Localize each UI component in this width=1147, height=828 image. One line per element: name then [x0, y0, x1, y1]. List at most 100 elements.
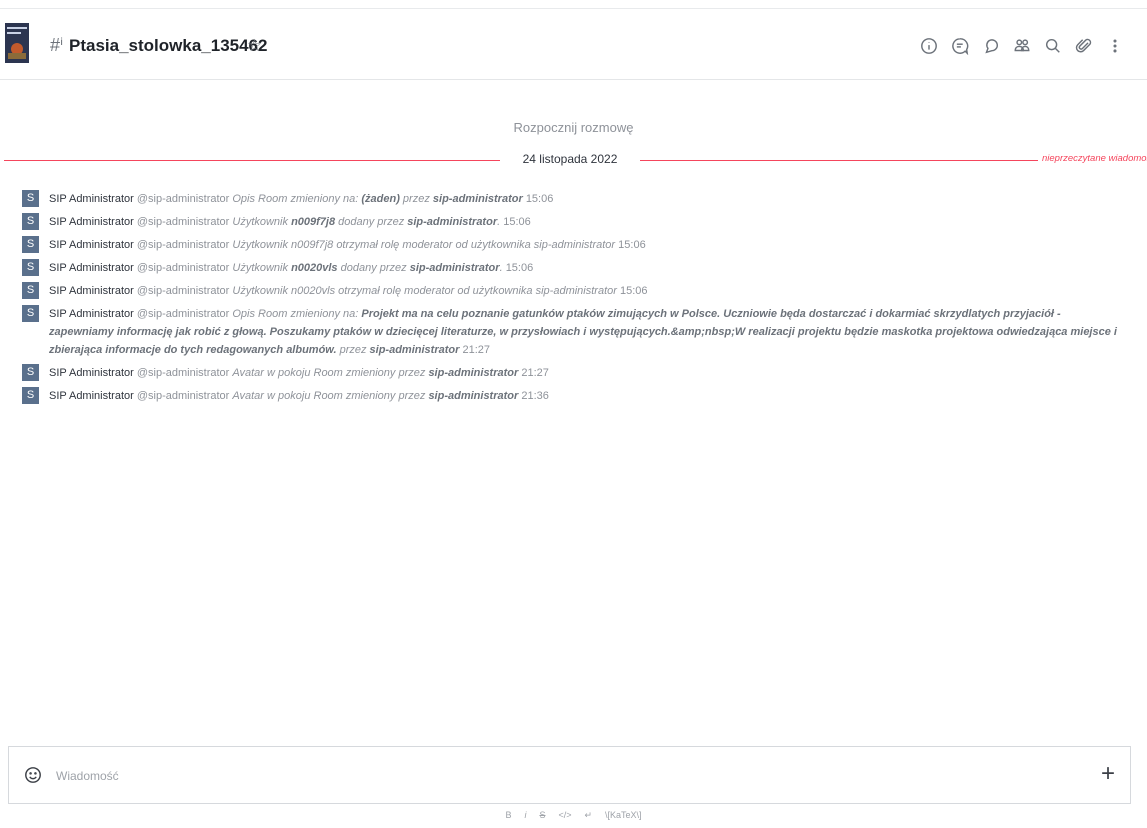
message-username[interactable]: SIP Administrator [49, 367, 134, 379]
message-row[interactable]: S SIP Administrator @sip-administrator Uż… [22, 213, 1117, 231]
message-row[interactable]: S SIP Administrator @sip-administrator Uż… [22, 236, 1117, 254]
message-text-bold: sip-administrator [432, 193, 523, 205]
message-body: SIP Administrator @sip-administrator Uży… [49, 259, 533, 277]
message-username[interactable]: SIP Administrator [49, 216, 134, 228]
message-username[interactable]: SIP Administrator [49, 390, 134, 402]
message-text-part: przez [336, 344, 370, 356]
message-row[interactable]: S SIP Administrator @sip-administrator Uż… [22, 259, 1117, 277]
room-toolbar [918, 35, 1125, 57]
attachment-icon[interactable] [1073, 35, 1094, 56]
favorite-star-icon[interactable]: ☆ [247, 36, 262, 56]
message-text: Avatar w pokoju Room zmieniony przez sip… [232, 367, 518, 379]
kebab-icon[interactable] [1104, 35, 1125, 56]
message-handle[interactable]: @sip-administrator [137, 308, 229, 320]
message-text: Użytkownik n009f7j8 dodany przez sip-adm… [232, 216, 500, 228]
message-handle[interactable]: @sip-administrator [137, 262, 229, 274]
message-text-part: . [497, 216, 501, 228]
message-input[interactable] [54, 763, 1058, 789]
user-avatar[interactable]: S [22, 364, 39, 381]
message-text-part: . [499, 262, 503, 274]
divider-line [4, 160, 500, 161]
emoji-icon[interactable] [24, 766, 42, 784]
search-icon[interactable] [1042, 35, 1063, 56]
message-text: Avatar w pokoju Room zmieniony przez sip… [232, 390, 518, 402]
user-avatar[interactable]: S [22, 305, 39, 322]
strikethrough-button[interactable]: S [539, 810, 545, 821]
message-time: 15:06 [503, 216, 531, 228]
message-text: Użytkownik n0020vls dodany przez sip-adm… [232, 262, 502, 274]
room-title[interactable]: Ptasia_stolowka_135462 [69, 36, 267, 56]
discussion-icon[interactable] [980, 35, 1001, 56]
message-time: 15:06 [618, 239, 646, 251]
user-avatar[interactable]: S [22, 282, 39, 299]
message-body: SIP Administrator @sip-administrator Ava… [49, 387, 549, 405]
message-username[interactable]: SIP Administrator [49, 285, 134, 297]
message-text-part: Użytkownik [232, 262, 292, 274]
room-avatar[interactable] [5, 23, 29, 63]
message-text-part: dodany przez [335, 216, 408, 228]
user-avatar[interactable]: S [22, 387, 39, 404]
message-text-bold: sip-administrator [428, 367, 519, 379]
message-username[interactable]: SIP Administrator [49, 239, 134, 251]
message-time: 21:27 [462, 344, 490, 356]
divider-line [640, 160, 1038, 161]
message-text: Użytkownik n009f7j8 otrzymał rolę modera… [232, 239, 615, 251]
message-composer: + [8, 746, 1131, 804]
message-text: Użytkownik n0020vls otrzymał rolę modera… [232, 285, 617, 297]
date-divider: 24 listopada 2022 nieprzeczytane wiadomo… [4, 152, 1147, 166]
avatar-detail [7, 32, 21, 34]
message-time: 21:27 [521, 367, 549, 379]
room-header: #ⁱ Ptasia_stolowka_135462 ☆ [0, 9, 1147, 80]
message-handle[interactable]: @sip-administrator [137, 193, 229, 205]
unread-messages-label: nieprzeczytane wiadomości [1042, 153, 1147, 164]
members-icon[interactable] [1011, 35, 1032, 56]
message-text-part: Użytkownik n009f7j8 otrzymał rolę modera… [232, 239, 616, 251]
italic-button[interactable]: i [524, 810, 526, 821]
code-button[interactable]: </> [558, 810, 571, 821]
message-row[interactable]: S SIP Administrator @sip-administrator Uż… [22, 282, 1117, 300]
message-text: Opis Room zmieniony na: (żaden) przez si… [232, 193, 522, 205]
top-strip [0, 0, 1147, 9]
add-action-icon[interactable]: + [1101, 761, 1115, 787]
message-text-bold: (żaden) [361, 193, 400, 205]
katex-button[interactable]: \[KaTeX\] [605, 810, 642, 821]
message-handle[interactable]: @sip-administrator [137, 216, 229, 228]
message-username[interactable]: SIP Administrator [49, 193, 134, 205]
user-avatar[interactable]: S [22, 213, 39, 230]
message-text-bold: n009f7j8 [291, 216, 336, 228]
message-body: SIP Administrator @sip-administrator Opi… [49, 305, 1117, 359]
message-time: 15:06 [619, 285, 648, 297]
message-text-part: Użytkownik [232, 216, 292, 228]
message-body: SIP Administrator @sip-administrator Uży… [49, 236, 646, 254]
message-username[interactable]: SIP Administrator [49, 308, 134, 320]
multiline-button[interactable]: ↵ [584, 810, 592, 821]
message-time: 15:06 [505, 262, 534, 274]
message-body: SIP Administrator @sip-administrator Uży… [49, 282, 648, 300]
message-time: 15:06 [525, 193, 554, 205]
start-conversation-label: Rozpocznij rozmowę [513, 120, 634, 135]
message-handle[interactable]: @sip-administrator [137, 285, 229, 297]
message-row[interactable]: S SIP Administrator @sip-administrator Op… [22, 305, 1117, 359]
formatting-toolbar: Bi S </> ↵ \[KaTeX\] [0, 810, 1147, 821]
avatar-detail [8, 53, 26, 59]
user-avatar[interactable]: S [22, 190, 39, 207]
message-text-bold: sip-administrator [409, 262, 500, 274]
message-handle[interactable]: @sip-administrator [137, 367, 229, 379]
message-text-bold: n0020vls [291, 262, 338, 274]
message-handle[interactable]: @sip-administrator [137, 390, 229, 402]
bold-button[interactable]: B [505, 810, 511, 821]
message-text-bold: sip-administrator [369, 344, 460, 356]
user-avatar[interactable]: S [22, 259, 39, 276]
message-text-part: przez [399, 193, 433, 205]
message-row[interactable]: S SIP Administrator @sip-administrator Av… [22, 387, 1117, 405]
threads-icon[interactable] [949, 35, 970, 56]
message-handle[interactable]: @sip-administrator [137, 239, 229, 251]
message-text-part: dodany przez [337, 262, 410, 274]
message-body: SIP Administrator @sip-administrator Opi… [49, 190, 553, 208]
message-username[interactable]: SIP Administrator [49, 262, 134, 274]
message-row[interactable]: S SIP Administrator @sip-administrator Op… [22, 190, 1117, 208]
message-time: 21:36 [521, 390, 549, 402]
message-row[interactable]: S SIP Administrator @sip-administrator Av… [22, 364, 1117, 382]
info-icon[interactable] [918, 35, 939, 56]
user-avatar[interactable]: S [22, 236, 39, 253]
